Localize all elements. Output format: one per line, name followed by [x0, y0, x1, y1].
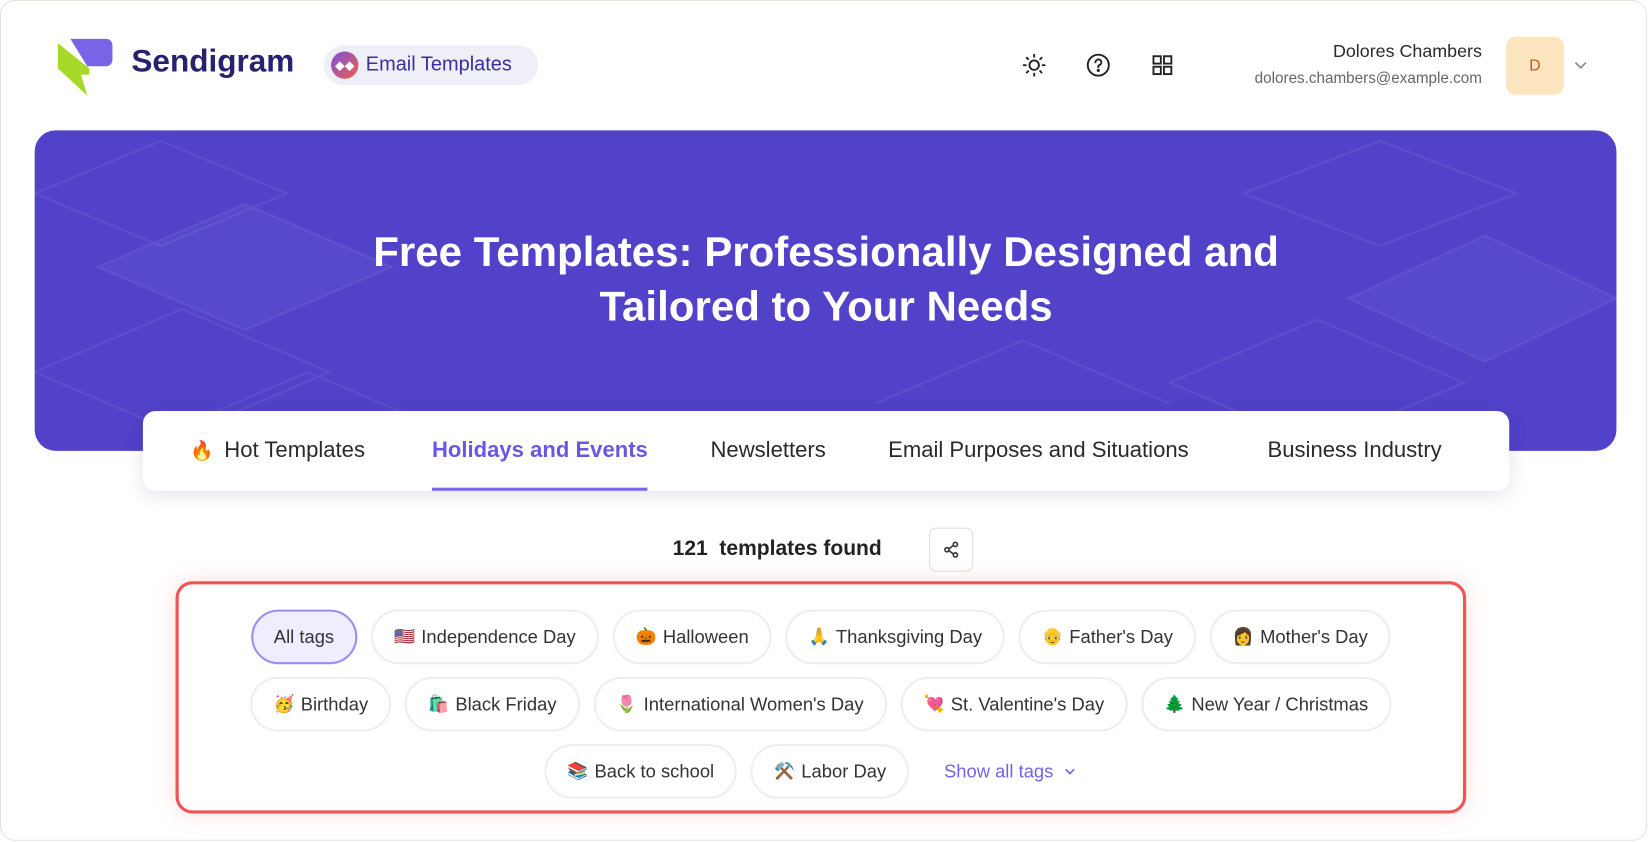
tag-pill[interactable]: 🌲 New Year / Christmas [1140, 676, 1392, 732]
tab-label: Hot Templates [224, 438, 365, 463]
user-name: Dolores Chambers [1332, 40, 1482, 61]
tag-label: New Year / Christmas [1191, 693, 1369, 715]
tag-emoji-icon: 📚 [567, 763, 589, 781]
show-all-tags-button[interactable]: Show all tags [923, 744, 1098, 799]
tag-pill[interactable]: 🎃 Halloween [612, 609, 772, 665]
tag-pill[interactable]: 🙏 Thanksgiving Day [785, 609, 1006, 665]
tab-business-industry[interactable]: Business Industry [1268, 438, 1442, 463]
badge-label: Email Templates [365, 53, 512, 76]
tab-holidays-and-events[interactable]: Holidays and Events [431, 438, 649, 491]
tag-pill[interactable]: 📚 Back to school [544, 744, 738, 799]
tag-label: Thanksgiving Day [835, 625, 983, 647]
avatar[interactable]: D [1506, 36, 1564, 95]
tag-pill[interactable]: 💘 St. Valentine's Day [900, 676, 1128, 732]
tag-pill[interactable]: 👩 Mother's Day [1209, 609, 1391, 665]
user-email: dolores.chambers@example.com [1254, 70, 1482, 88]
tag-emoji-icon: 🎃 [635, 628, 657, 647]
count-label: templates found [719, 537, 882, 561]
tab-newsletters[interactable]: Newsletters [710, 438, 825, 463]
tag-emoji-icon: 🇺🇸 [394, 628, 415, 647]
tag-label: Halloween [662, 625, 749, 647]
tag-pill[interactable]: 👴 Father's Day [1018, 609, 1197, 665]
show-all-label: Show all tags [943, 760, 1054, 782]
tag-label: International Women's Day [643, 693, 864, 715]
grid-icon[interactable] [1150, 53, 1175, 78]
hero-title-line2: Tailored to Your Needs [599, 283, 1053, 331]
tag-emoji-icon: 🌷 [616, 695, 638, 714]
tab-email-purposes[interactable]: Email Purposes and Situations [888, 438, 1189, 463]
tag-pill[interactable]: 🥳 Birthday [250, 676, 392, 732]
tag-emoji-icon: 🌲 [1164, 695, 1186, 714]
templates-product-icon: ◆◆ [331, 51, 359, 79]
tab-hot-templates[interactable]: 🔥 Hot Templates [190, 438, 365, 463]
hero-title-line1: Free Templates: Professionally Designed … [373, 229, 1279, 276]
tag-label: Mother's Day [1260, 625, 1368, 647]
email-templates-badge[interactable]: ◆◆ Email Templates [323, 45, 539, 86]
tag-label: Back to school [594, 760, 715, 782]
sun-icon[interactable] [1022, 53, 1047, 78]
share-button[interactable] [929, 527, 974, 572]
tag-label: Father's Day [1069, 625, 1173, 647]
share-icon [944, 541, 959, 558]
category-tabs: 🔥 Hot Templates Holidays and Events Newsl… [142, 410, 1510, 491]
sendigram-logo[interactable] [57, 37, 113, 96]
count-value: 121 [672, 537, 708, 561]
fire-icon: 🔥 [190, 440, 214, 462]
tag-emoji-icon: 👩 [1232, 628, 1254, 647]
tag-pill[interactable]: 🛍️ Black Friday [404, 676, 580, 732]
tag-filter-panel: All tags 🇺🇸 Independence Day 🎃 Halloween 🙏 Tha… [175, 581, 1467, 814]
tag-list: All tags 🇺🇸 Independence Day 🎃 Halloween 🙏 Tha… [210, 609, 1431, 799]
brand-name: Sendigram [131, 44, 295, 79]
tag-label: All tags [273, 625, 335, 647]
tag-label: Birthday [300, 693, 369, 715]
tag-emoji-icon: 🙏 [808, 628, 830, 647]
results-count: 121 templates found [673, 537, 882, 561]
tag-label: St. Valentine's Day [950, 693, 1105, 715]
tag-emoji-icon: 👴 [1041, 628, 1063, 647]
help-icon[interactable] [1086, 53, 1111, 78]
tag-label: Labor Day [801, 760, 887, 782]
tag-label: Black Friday [455, 693, 557, 715]
chevron-down-icon [1065, 768, 1075, 775]
tag-emoji-icon: ⚒️ [774, 763, 795, 781]
tag-pill[interactable]: 🇺🇸 Independence Day [370, 609, 599, 665]
tag-pill[interactable]: 🌷 International Women's Day [593, 676, 887, 732]
chevron-down-icon[interactable] [1573, 58, 1588, 73]
tag-emoji-icon: 🥳 [273, 695, 295, 714]
tag-emoji-icon: 💘 [923, 695, 945, 714]
tag-emoji-icon: 🛍️ [428, 695, 450, 714]
tag-pill[interactable]: All tags [250, 609, 358, 665]
tag-pill[interactable]: ⚒️ Labor Day [750, 744, 910, 799]
tag-label: Independence Day [421, 625, 576, 647]
